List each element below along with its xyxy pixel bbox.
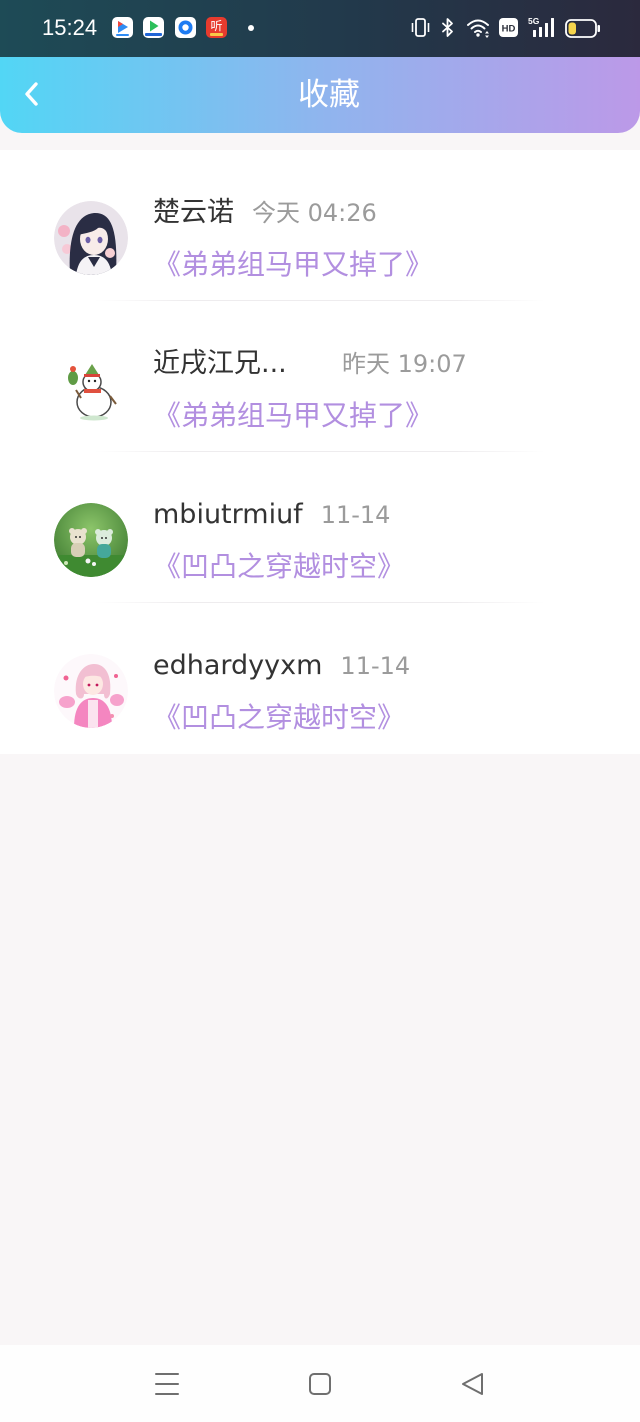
hd-icon: HD bbox=[499, 18, 518, 37]
user-name: mbiutrmiuf bbox=[153, 499, 303, 530]
item-header: edhardyyxm 11-14 bbox=[153, 648, 410, 684]
status-bar: 15:24 听 HD 5G bbox=[0, 0, 640, 57]
home-button[interactable] bbox=[308, 1372, 332, 1396]
book-title-link[interactable]: 《凹凸之穿越时空》 bbox=[153, 700, 405, 736]
favorite-item[interactable]: edhardyyxm 11-14 《凹凸之穿越时空》 bbox=[0, 603, 640, 754]
item-header: 近戌江兄... 昨天 19:07 bbox=[153, 346, 467, 382]
back-button[interactable] bbox=[22, 81, 42, 107]
hd-label: HD bbox=[502, 23, 516, 34]
browser-app-notification-icon bbox=[175, 17, 196, 38]
app-header: 收藏 bbox=[0, 57, 640, 133]
vibrate-icon bbox=[411, 18, 430, 37]
network-label: 5G bbox=[528, 16, 540, 26]
page-title: 收藏 bbox=[298, 77, 360, 113]
user-avatar[interactable] bbox=[54, 201, 128, 275]
battery-icon bbox=[565, 19, 600, 38]
menu-icon bbox=[155, 1373, 179, 1395]
item-header: mbiutrmiuf 11-14 bbox=[153, 497, 390, 533]
system-nav-bar bbox=[0, 1345, 640, 1422]
status-time: 15:24 bbox=[42, 15, 98, 40]
favorite-item[interactable]: mbiutrmiuf 11-14 《凹凸之穿越时空》 bbox=[0, 452, 640, 603]
favorite-item[interactable]: 楚云诺 今天 04:26 《弟弟组马甲又掉了》 bbox=[0, 150, 640, 301]
battery-level-fill bbox=[568, 22, 576, 35]
favorite-time: 11-14 bbox=[340, 652, 411, 680]
player-app-notification-icon bbox=[143, 17, 164, 38]
signal-5g-icon: 5G bbox=[528, 16, 554, 37]
listen-app-notification-icon: 听 bbox=[206, 17, 227, 38]
favorite-time: 今天 04:26 bbox=[252, 199, 377, 227]
chevron-left-icon bbox=[25, 82, 38, 106]
favorite-time: 昨天 19:07 bbox=[342, 350, 467, 378]
more-notifications-dot-icon bbox=[248, 25, 254, 31]
book-title-link[interactable]: 《凹凸之穿越时空》 bbox=[153, 549, 405, 585]
user-avatar[interactable] bbox=[54, 352, 128, 426]
user-name: 近戌江兄... bbox=[153, 348, 287, 379]
listen-app-logo-text: 听 bbox=[210, 19, 222, 33]
back-triangle-icon bbox=[462, 1373, 483, 1395]
wifi-icon bbox=[467, 19, 489, 38]
home-square-icon bbox=[309, 1373, 331, 1395]
user-name: 楚云诺 bbox=[153, 197, 234, 228]
user-avatar[interactable] bbox=[54, 503, 128, 577]
item-header: 楚云诺 今天 04:26 bbox=[153, 195, 377, 231]
video-app-notification-icon bbox=[112, 17, 133, 38]
favorite-time: 11-14 bbox=[320, 501, 391, 529]
system-back-button[interactable] bbox=[460, 1372, 484, 1396]
user-avatar[interactable] bbox=[54, 654, 128, 728]
favorite-item[interactable]: 近戌江兄... 昨天 19:07 《弟弟组马甲又掉了》 bbox=[0, 301, 640, 452]
screen: 15:24 听 HD 5G 收藏 楚云诺 今天 04:26 《弟弟组马甲又掉了》… bbox=[0, 0, 640, 1422]
user-name: edhardyyxm bbox=[153, 650, 323, 681]
favorites-list: 楚云诺 今天 04:26 《弟弟组马甲又掉了》 近戌江兄... 昨天 19:07… bbox=[0, 150, 640, 754]
book-title-link[interactable]: 《弟弟组马甲又掉了》 bbox=[153, 247, 433, 283]
book-title-link[interactable]: 《弟弟组马甲又掉了》 bbox=[153, 398, 433, 434]
recent-apps-button[interactable] bbox=[155, 1372, 179, 1396]
bluetooth-icon bbox=[442, 18, 453, 37]
